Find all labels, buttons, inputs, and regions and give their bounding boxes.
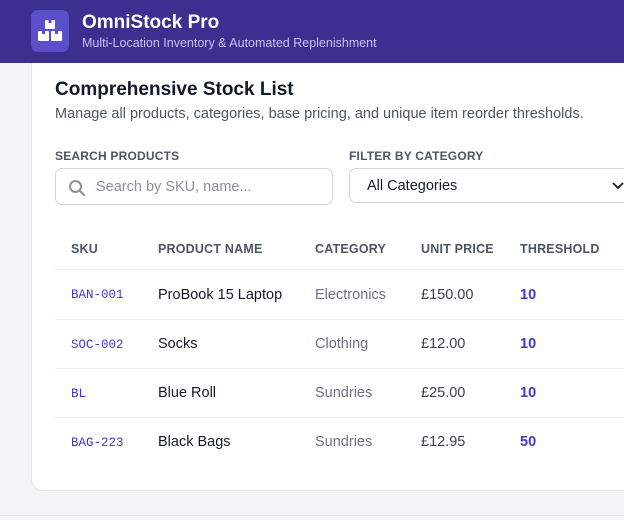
column-header-category[interactable]: CATEGORY [315, 242, 386, 256]
unit-price-cell: £25.00 [421, 385, 466, 401]
search-field[interactable] [55, 168, 333, 205]
category-cell: Sundries [315, 385, 373, 401]
column-header-sku[interactable]: SKU [71, 242, 98, 256]
row-divider [55, 417, 624, 418]
sku-cell[interactable]: BAN-001 [71, 288, 124, 302]
threshold-cell[interactable]: 10 [520, 287, 536, 303]
search-input[interactable] [96, 169, 326, 204]
column-header-product-name[interactable]: PRODUCT NAME [158, 242, 262, 256]
category-selected-value: All Categories [367, 178, 458, 194]
threshold-cell[interactable]: 10 [520, 336, 536, 352]
table-divider [55, 269, 624, 270]
unit-price-cell: £150.00 [421, 287, 474, 303]
threshold-cell[interactable]: 50 [520, 434, 536, 450]
boxes-icon [31, 10, 69, 52]
page-description: Manage all products, categories, base pr… [55, 106, 584, 122]
category-cell: Electronics [315, 287, 386, 303]
product-name-cell: Socks [158, 336, 198, 352]
sku-cell[interactable]: SOC-002 [71, 338, 124, 352]
category-filter-label: FILTER BY CATEGORY [349, 149, 484, 163]
category-cell: Clothing [315, 336, 369, 352]
unit-price-cell: £12.00 [421, 336, 466, 352]
row-divider [55, 319, 624, 320]
stock-list-card [31, 63, 624, 491]
app-title: OmniStock Pro [82, 12, 220, 33]
chevron-down-icon [612, 182, 624, 190]
category-cell: Sundries [315, 434, 373, 450]
product-name-cell: Black Bags [158, 434, 231, 450]
page-divider [0, 515, 624, 516]
sku-cell[interactable]: BAG-223 [71, 436, 124, 450]
product-name-cell: ProBook 15 Laptop [158, 287, 283, 303]
sku-cell[interactable]: BL [71, 387, 86, 401]
app-subtitle: Multi-Location Inventory & Automated Rep… [82, 36, 377, 50]
search-icon [69, 180, 85, 196]
product-name-cell: Blue Roll [158, 385, 217, 401]
column-header-unit-price[interactable]: UNIT PRICE [421, 242, 494, 256]
search-label: SEARCH PRODUCTS [55, 149, 180, 163]
category-filter-select[interactable]: All Categories [349, 168, 624, 203]
column-header-threshold[interactable]: THRESHOLD [520, 242, 600, 256]
page-title: Comprehensive Stock List [55, 79, 294, 100]
threshold-cell[interactable]: 10 [520, 385, 536, 401]
row-divider [55, 368, 624, 369]
app-header: OmniStock Pro Multi-Location Inventory &… [0, 0, 624, 63]
unit-price-cell: £12.95 [421, 434, 466, 450]
